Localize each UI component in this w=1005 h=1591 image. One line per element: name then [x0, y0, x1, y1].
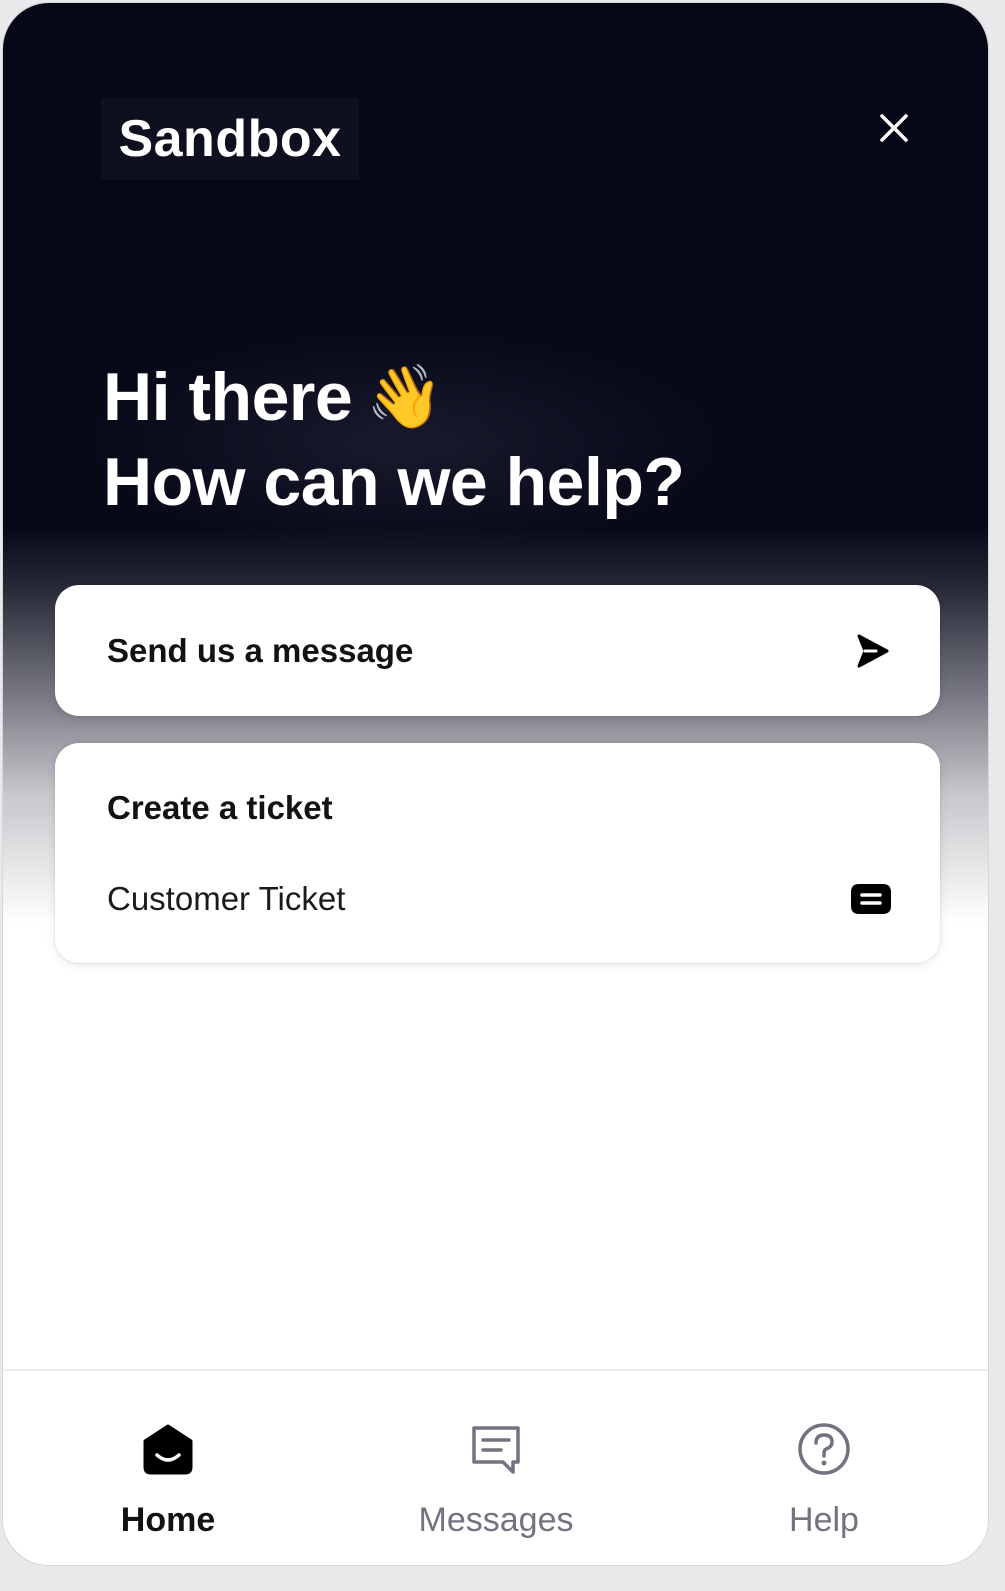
send-message-label: Send us a message — [107, 631, 414, 669]
close-button[interactable] — [871, 105, 917, 151]
nav-tab-messages[interactable]: Messages — [386, 1371, 606, 1565]
greeting-hi-text: Hi there — [103, 359, 353, 435]
messages-icon-wrap — [466, 1419, 526, 1479]
close-icon — [880, 114, 908, 142]
home-icon-wrap — [138, 1419, 198, 1479]
brand-logo: Sandbox — [101, 98, 359, 180]
nav-tab-help[interactable]: Help — [714, 1371, 934, 1565]
messenger-window: Sandbox Hi there 👋 How can we help? Send … — [3, 3, 988, 1565]
home-icon — [143, 1424, 193, 1475]
nav-tab-home[interactable]: Home — [58, 1371, 278, 1565]
messages-icon — [472, 1426, 520, 1474]
help-icon — [798, 1423, 850, 1475]
nav-label-help: Help — [789, 1501, 859, 1539]
ticket-icon — [851, 884, 891, 914]
send-arrow-icon — [857, 634, 889, 667]
nav-label-messages: Messages — [418, 1501, 574, 1539]
waving-hand-icon: 👋 — [366, 363, 443, 432]
greeting-line-1: Hi there 👋 — [103, 355, 684, 440]
send-message-card[interactable]: Send us a message — [55, 585, 940, 716]
help-icon-wrap — [794, 1419, 854, 1479]
nav-label-home: Home — [120, 1501, 216, 1539]
bottom-navigation: Home Messages Help — [3, 1369, 988, 1565]
greeting: Hi there 👋 How can we help? — [103, 355, 685, 524]
create-ticket-title: Create a ticket — [107, 789, 333, 826]
greeting-line-2: How can we help? — [103, 444, 685, 520]
brand-name: Sandbox — [118, 110, 342, 168]
ticket-option-label: Customer Ticket — [107, 880, 346, 917]
ticket-option-customer[interactable]: Customer Ticket — [55, 863, 940, 935]
create-ticket-card: Create a ticket Customer Ticket — [55, 743, 940, 963]
